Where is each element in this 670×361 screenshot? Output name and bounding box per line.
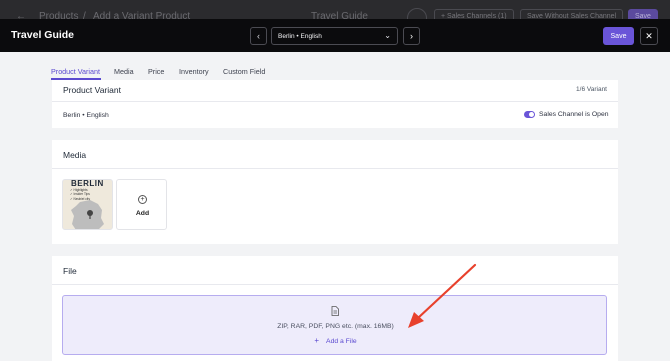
sales-channel-toggle[interactable]: [524, 111, 535, 118]
tab-media[interactable]: Media: [114, 67, 134, 76]
file-dropzone[interactable]: ZIP, RAR, PDF, PNG etc. (max. 16MB) + Add…: [62, 295, 607, 355]
file-card: File ZIP, RAR, PDF, PNG etc. (max. 16MB)…: [52, 256, 618, 361]
media-card: Media BERLIN ✓ Highlights ✓ Insider Tips…: [52, 140, 618, 244]
tab-price[interactable]: Price: [148, 67, 164, 76]
divider: [52, 284, 618, 285]
sales-channel-label: Sales Channel is Open: [539, 111, 609, 118]
product-variant-card: Product Variant 1/6 Variant Berlin • Eng…: [52, 80, 618, 128]
tab-custom-field[interactable]: Custom Field: [223, 67, 265, 76]
product-variant-title: Product Variant: [63, 85, 121, 95]
media-title: Media: [63, 150, 87, 160]
thumbnail-heading: BERLIN: [71, 179, 104, 188]
chevron-left-icon: ‹: [257, 31, 260, 41]
add-media-button[interactable]: + Add: [116, 179, 167, 230]
map-illustration-icon: [71, 200, 104, 229]
file-title: File: [63, 266, 77, 276]
document-icon: [331, 306, 339, 316]
background-app-bar: ← Products / Add a Variant Product Trave…: [0, 0, 670, 20]
tab-bar: Product Variant Media Price Inventory Cu…: [0, 52, 670, 80]
divider: [52, 101, 618, 102]
divider: [52, 168, 618, 169]
tab-product-variant[interactable]: Product Variant: [51, 67, 100, 76]
plus-icon: +: [314, 336, 320, 345]
add-file-link[interactable]: + Add a File: [63, 336, 608, 345]
chevron-right-icon: ›: [410, 31, 413, 41]
variant-count: 1/6 Variant: [576, 86, 607, 93]
chevron-down-icon: ⌄: [384, 31, 391, 40]
file-format-hint: ZIP, RAR, PDF, PNG etc. (max. 16MB): [277, 323, 394, 330]
variant-select[interactable]: Berlin • English ⌄: [271, 27, 398, 45]
variant-name: Berlin • English: [63, 112, 109, 119]
save-button[interactable]: Save: [603, 27, 634, 45]
add-media-label: Add: [135, 210, 150, 217]
close-button[interactable]: ✕: [640, 27, 658, 45]
variant-select-value: Berlin • English: [278, 33, 322, 40]
plus-circle-icon: +: [138, 195, 147, 204]
media-thumbnail[interactable]: BERLIN ✓ Highlights ✓ Insider Tips ✓ Neu…: [62, 179, 113, 230]
close-icon: ✕: [645, 30, 653, 41]
next-variant-button[interactable]: ›: [403, 27, 420, 45]
modal-title: Travel Guide: [11, 29, 75, 41]
modal-header: Travel Guide ‹ Berlin • English ⌄ › Save…: [0, 19, 670, 52]
tab-inventory[interactable]: Inventory: [179, 67, 209, 76]
previous-variant-button[interactable]: ‹: [250, 27, 267, 45]
add-file-label: Add a File: [326, 338, 357, 345]
